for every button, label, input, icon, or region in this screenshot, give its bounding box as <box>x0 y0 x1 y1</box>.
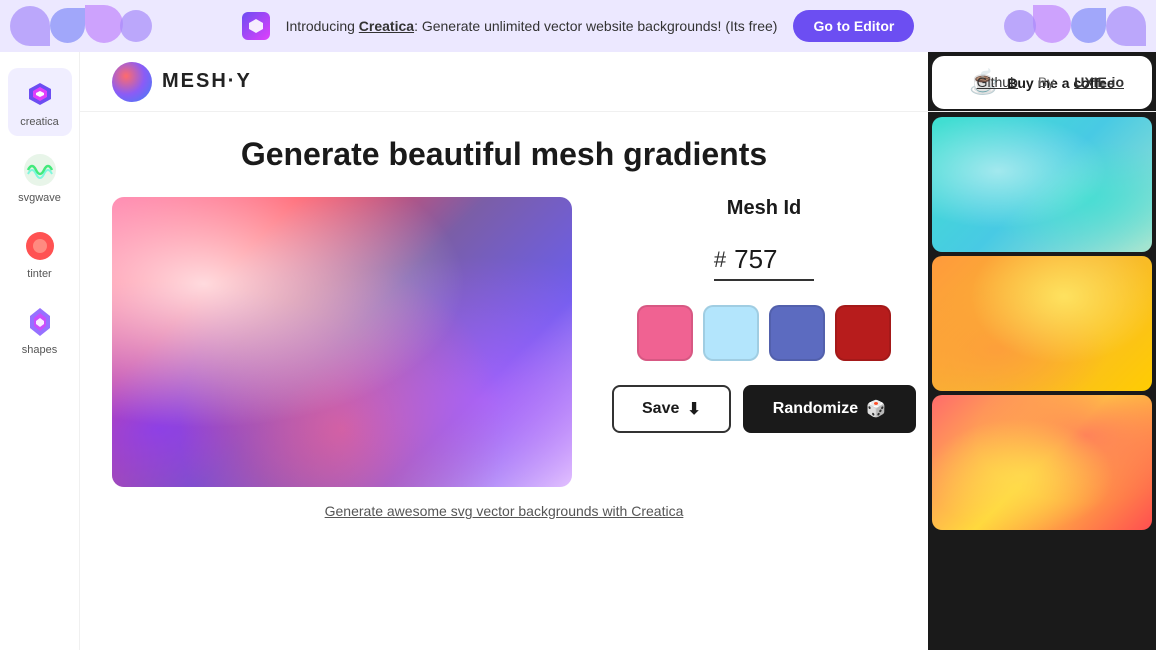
logo-area: MESH·Y <box>112 62 252 102</box>
banner-brand-link[interactable]: Creatica <box>359 18 414 34</box>
color-swatch-light-blue[interactable] <box>703 305 759 361</box>
sidebar-item-shapes[interactable]: shapes <box>8 296 72 364</box>
content-row: Mesh Id # Save ⬇ Randomize 🎲 <box>112 197 896 487</box>
top-banner: Introducing Creatica: Generate unlimited… <box>0 0 1156 52</box>
footer-link[interactable]: Generate awesome svg vector backgrounds … <box>325 503 684 519</box>
randomize-icon: 🎲 <box>866 399 886 419</box>
color-swatch-pink[interactable] <box>637 305 693 361</box>
banner-shape-r1 <box>1106 6 1146 46</box>
thumbnail-orange[interactable] <box>932 256 1152 391</box>
page-title: Generate beautiful mesh gradients <box>241 136 767 173</box>
banner-intro: Introducing <box>286 18 359 34</box>
randomize-label: Randomize <box>773 400 858 418</box>
sidebar-item-creatica[interactable]: creatica <box>8 68 72 136</box>
right-panel: ☕ Buy me a coffee <box>928 52 1156 650</box>
action-buttons: Save ⬇ Randomize 🎲 <box>612 385 916 433</box>
save-button[interactable]: Save ⬇ <box>612 385 731 433</box>
thumbnail-teal[interactable] <box>932 117 1152 252</box>
mesh-canvas-inner <box>112 197 572 487</box>
sidebar-item-label-tinter: tinter <box>27 268 51 280</box>
sidebar-item-tinter[interactable]: tinter <box>8 220 72 288</box>
banner-logo <box>242 12 270 40</box>
banner-cta-button[interactable]: Go to Editor <box>793 10 914 42</box>
mesh-id-input-row: # <box>714 244 814 281</box>
svgwave-app-icon <box>22 152 58 188</box>
banner-shape-r3 <box>1033 5 1071 43</box>
banner-shape-4 <box>120 10 152 42</box>
banner-desc: : Generate unlimited vector website back… <box>414 18 777 34</box>
save-label: Save <box>642 400 679 418</box>
controls-area: Mesh Id # Save ⬇ Randomize 🎲 <box>612 197 916 433</box>
color-swatches <box>637 305 891 361</box>
shapes-app-icon <box>22 304 58 340</box>
banner-shape-r4 <box>1004 10 1036 42</box>
main-header: MESH·Y Github By UXIE·io <box>80 52 1156 112</box>
svgwave-icon <box>22 152 58 188</box>
mesh-id-input[interactable] <box>734 244 814 275</box>
thumbnail-teal-inner <box>932 117 1152 252</box>
thumbnail-red-inner <box>932 395 1152 530</box>
creatica-icon <box>22 76 58 112</box>
randomize-button[interactable]: Randomize 🎲 <box>743 385 916 433</box>
tinter-app-icon <box>22 228 58 264</box>
save-icon: ⬇ <box>687 399 700 419</box>
banner-shape-1 <box>10 6 50 46</box>
github-link[interactable]: Github <box>977 74 1018 90</box>
sidebar: creatica svgwave tinter <box>0 52 80 650</box>
sidebar-item-label-creatica: creatica <box>20 116 59 128</box>
banner-shape-r2 <box>1071 8 1106 43</box>
color-swatch-purple[interactable] <box>769 305 825 361</box>
shapes-icon <box>22 304 58 340</box>
page-content: Generate beautiful mesh gradients Mesh I… <box>80 112 928 650</box>
mesh-canvas <box>112 197 572 487</box>
creatica-app-icon <box>26 80 54 108</box>
thumbnail-orange-inner <box>932 256 1152 391</box>
hash-symbol: # <box>714 247 726 273</box>
creatica-logo-icon <box>247 17 265 35</box>
color-swatch-dark-red[interactable] <box>835 305 891 361</box>
tinter-icon <box>22 228 58 264</box>
logo-text: MESH·Y <box>162 70 252 93</box>
banner-shape-3 <box>85 5 123 43</box>
header-right: Github By UXIE·io <box>977 74 1124 90</box>
sidebar-item-label-shapes: shapes <box>22 344 57 356</box>
sidebar-item-svgwave[interactable]: svgwave <box>8 144 72 212</box>
logo-sphere <box>112 62 152 102</box>
uxie-link[interactable]: UXIE·io <box>1074 74 1124 90</box>
banner-text: Introducing Creatica: Generate unlimited… <box>286 18 778 34</box>
banner-shape-2 <box>50 8 85 43</box>
sidebar-item-label-svgwave: svgwave <box>18 192 61 204</box>
thumbnail-red[interactable] <box>932 395 1152 530</box>
mesh-id-label: Mesh Id <box>727 197 801 220</box>
by-text: By <box>1038 74 1054 90</box>
